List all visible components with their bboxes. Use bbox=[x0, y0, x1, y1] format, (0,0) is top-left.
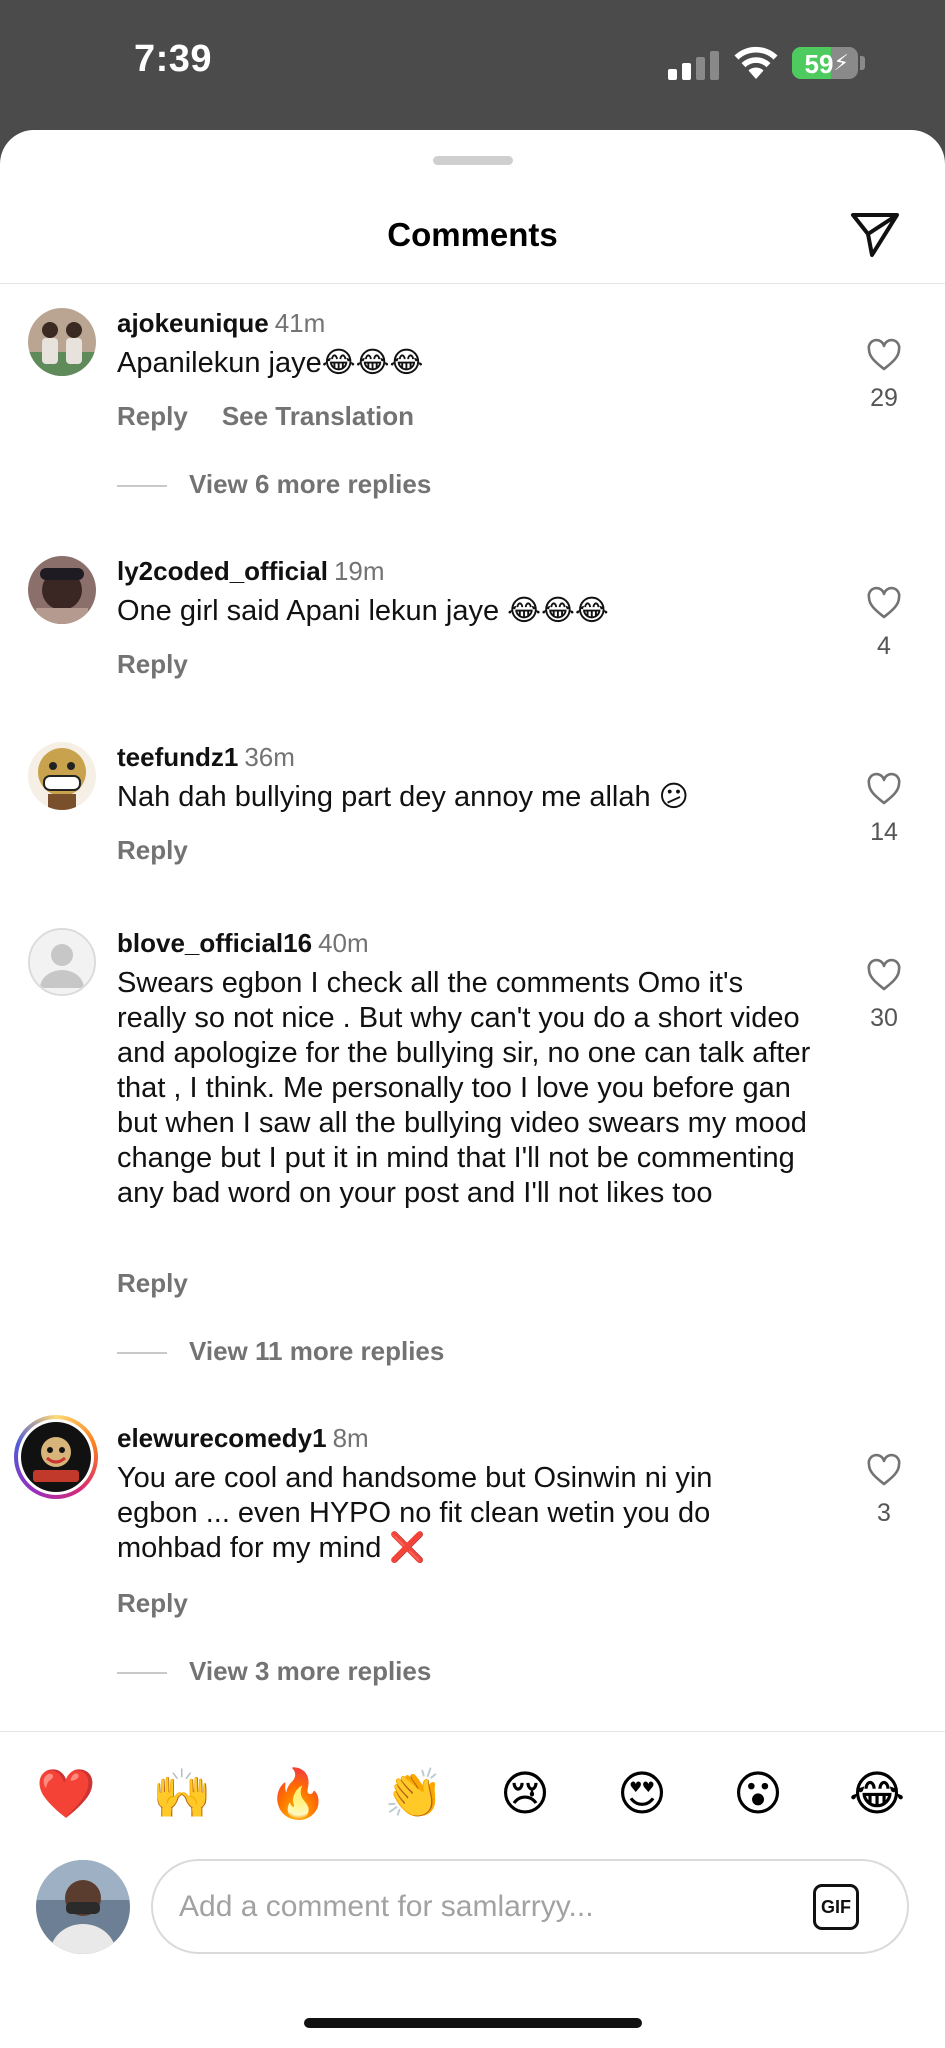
reaction-fire[interactable]: 🔥 bbox=[268, 1764, 328, 1824]
quick-reaction-bar: ❤️ 🙌 🔥 👏 😢 😍 😮 😂 bbox=[0, 1764, 945, 1830]
comment-username[interactable]: teefundz1 bbox=[117, 742, 238, 772]
sheet-title: Comments bbox=[387, 216, 558, 253]
comment-time: 19m bbox=[333, 556, 385, 586]
reaction-crying[interactable]: 😢 bbox=[500, 1764, 550, 1824]
comment-actions: Reply bbox=[117, 649, 188, 680]
see-translation-button[interactable]: See Translation bbox=[222, 401, 414, 431]
comment-header: elewurecomedy1 8m bbox=[117, 1423, 369, 1454]
reaction-heart-eyes[interactable]: 😍 bbox=[617, 1764, 667, 1824]
reaction-laughing[interactable]: 😂 bbox=[849, 1764, 905, 1824]
reply-button[interactable]: Reply bbox=[117, 1588, 188, 1618]
comment-input[interactable] bbox=[179, 1883, 739, 1931]
comments-sheet: Comments ajokeunique 41m Apanilekun jaye😂… bbox=[0, 130, 945, 2048]
home-indicator[interactable] bbox=[304, 2018, 642, 2028]
replies-divider-line bbox=[117, 1672, 167, 1675]
comment-time: 40m bbox=[318, 928, 369, 958]
reply-button[interactable]: Reply bbox=[117, 835, 188, 865]
gif-button[interactable]: GIF bbox=[813, 1884, 859, 1930]
comment-text: Swears egbon I check all the comments Om… bbox=[117, 967, 811, 1209]
reply-button[interactable]: Reply bbox=[117, 1268, 188, 1298]
avatar[interactable] bbox=[28, 308, 96, 376]
view-replies-label: View 11 more replies bbox=[189, 1336, 445, 1366]
heart-icon bbox=[867, 338, 901, 371]
comment-text: Nah dah bullying part dey annoy me allah… bbox=[117, 781, 689, 813]
composer-divider bbox=[0, 1731, 945, 1732]
story-ring-avatar[interactable] bbox=[14, 1415, 98, 1499]
avatar[interactable] bbox=[28, 556, 96, 624]
default-avatar-icon[interactable] bbox=[28, 928, 96, 996]
avatar[interactable] bbox=[28, 742, 96, 810]
like-count: 30 bbox=[870, 1004, 898, 1032]
like-count: 29 bbox=[870, 384, 898, 412]
reply-button[interactable]: Reply bbox=[117, 649, 188, 679]
comment-actions: Reply bbox=[117, 835, 188, 866]
like-count: 14 bbox=[870, 818, 898, 846]
charging-bolt-icon: ⚡ bbox=[833, 50, 849, 75]
comment-time: 41m bbox=[274, 308, 326, 338]
paper-plane-icon[interactable] bbox=[848, 206, 902, 260]
comment-actions: Reply See Translation bbox=[117, 401, 414, 432]
like-button[interactable]: 4 bbox=[860, 586, 908, 661]
like-count: 3 bbox=[877, 1499, 891, 1527]
comment-text: One girl said Apani lekun jaye 😂😂😂 bbox=[117, 595, 609, 627]
wifi-icon bbox=[734, 46, 778, 79]
like-button[interactable]: 29 bbox=[860, 338, 908, 413]
heart-icon bbox=[867, 586, 901, 619]
comment-text: You are cool and handsome but Osinwin ni… bbox=[117, 1462, 713, 1564]
status-time: 7:39 bbox=[134, 38, 213, 80]
comment-input-container: GIF bbox=[151, 1859, 909, 1954]
comment-header: teefundz1 36m bbox=[117, 742, 295, 773]
battery-tip bbox=[860, 56, 865, 70]
status-bar: 7:39 59 ⚡ bbox=[0, 0, 945, 130]
view-replies-button[interactable]: View 6 more replies bbox=[117, 469, 431, 500]
header-divider bbox=[0, 283, 945, 284]
heart-icon bbox=[867, 958, 901, 991]
battery-icon: 59 ⚡ bbox=[792, 47, 858, 79]
like-count: 4 bbox=[877, 632, 891, 660]
like-button[interactable]: 3 bbox=[860, 1453, 908, 1528]
comment-actions: Reply bbox=[117, 1268, 188, 1299]
comment-header: blove_official16 40m bbox=[117, 928, 369, 959]
heart-icon bbox=[867, 772, 901, 805]
replies-divider-line bbox=[117, 1352, 167, 1355]
comment-text: Apanilekun jaye😂😂😂 bbox=[117, 347, 424, 379]
comment-username[interactable]: ajokeunique bbox=[117, 308, 269, 338]
reaction-raised-hands[interactable]: 🙌 bbox=[152, 1764, 212, 1824]
reaction-surprised[interactable]: 😮 bbox=[733, 1764, 783, 1824]
heart-icon bbox=[867, 1453, 901, 1486]
view-replies-button[interactable]: View 3 more replies bbox=[117, 1656, 431, 1687]
like-button[interactable]: 14 bbox=[860, 772, 908, 847]
replies-divider-line bbox=[117, 485, 167, 488]
reaction-clap[interactable]: 👏 bbox=[384, 1764, 444, 1824]
cellular-signal-icon bbox=[668, 50, 720, 80]
comment-header: ajokeunique 41m bbox=[117, 308, 325, 339]
view-replies-label: View 6 more replies bbox=[189, 469, 432, 499]
reply-button[interactable]: Reply bbox=[117, 401, 188, 431]
comment-header: ly2coded_official 19m bbox=[117, 556, 385, 587]
sheet-grabber-handle[interactable] bbox=[433, 156, 513, 165]
comment-time: 8m bbox=[332, 1423, 369, 1453]
comment-username[interactable]: elewurecomedy1 bbox=[117, 1423, 327, 1453]
view-replies-label: View 3 more replies bbox=[189, 1656, 432, 1686]
comment-time: 36m bbox=[244, 742, 295, 772]
view-replies-button[interactable]: View 11 more replies bbox=[117, 1336, 444, 1367]
comment-actions: Reply bbox=[117, 1588, 188, 1619]
comment-username[interactable]: blove_official16 bbox=[117, 928, 312, 958]
current-user-avatar bbox=[36, 1860, 130, 1954]
like-button[interactable]: 30 bbox=[860, 958, 908, 1033]
comment-username[interactable]: ly2coded_official bbox=[117, 556, 328, 586]
reaction-heart[interactable]: ❤️ bbox=[36, 1764, 96, 1824]
